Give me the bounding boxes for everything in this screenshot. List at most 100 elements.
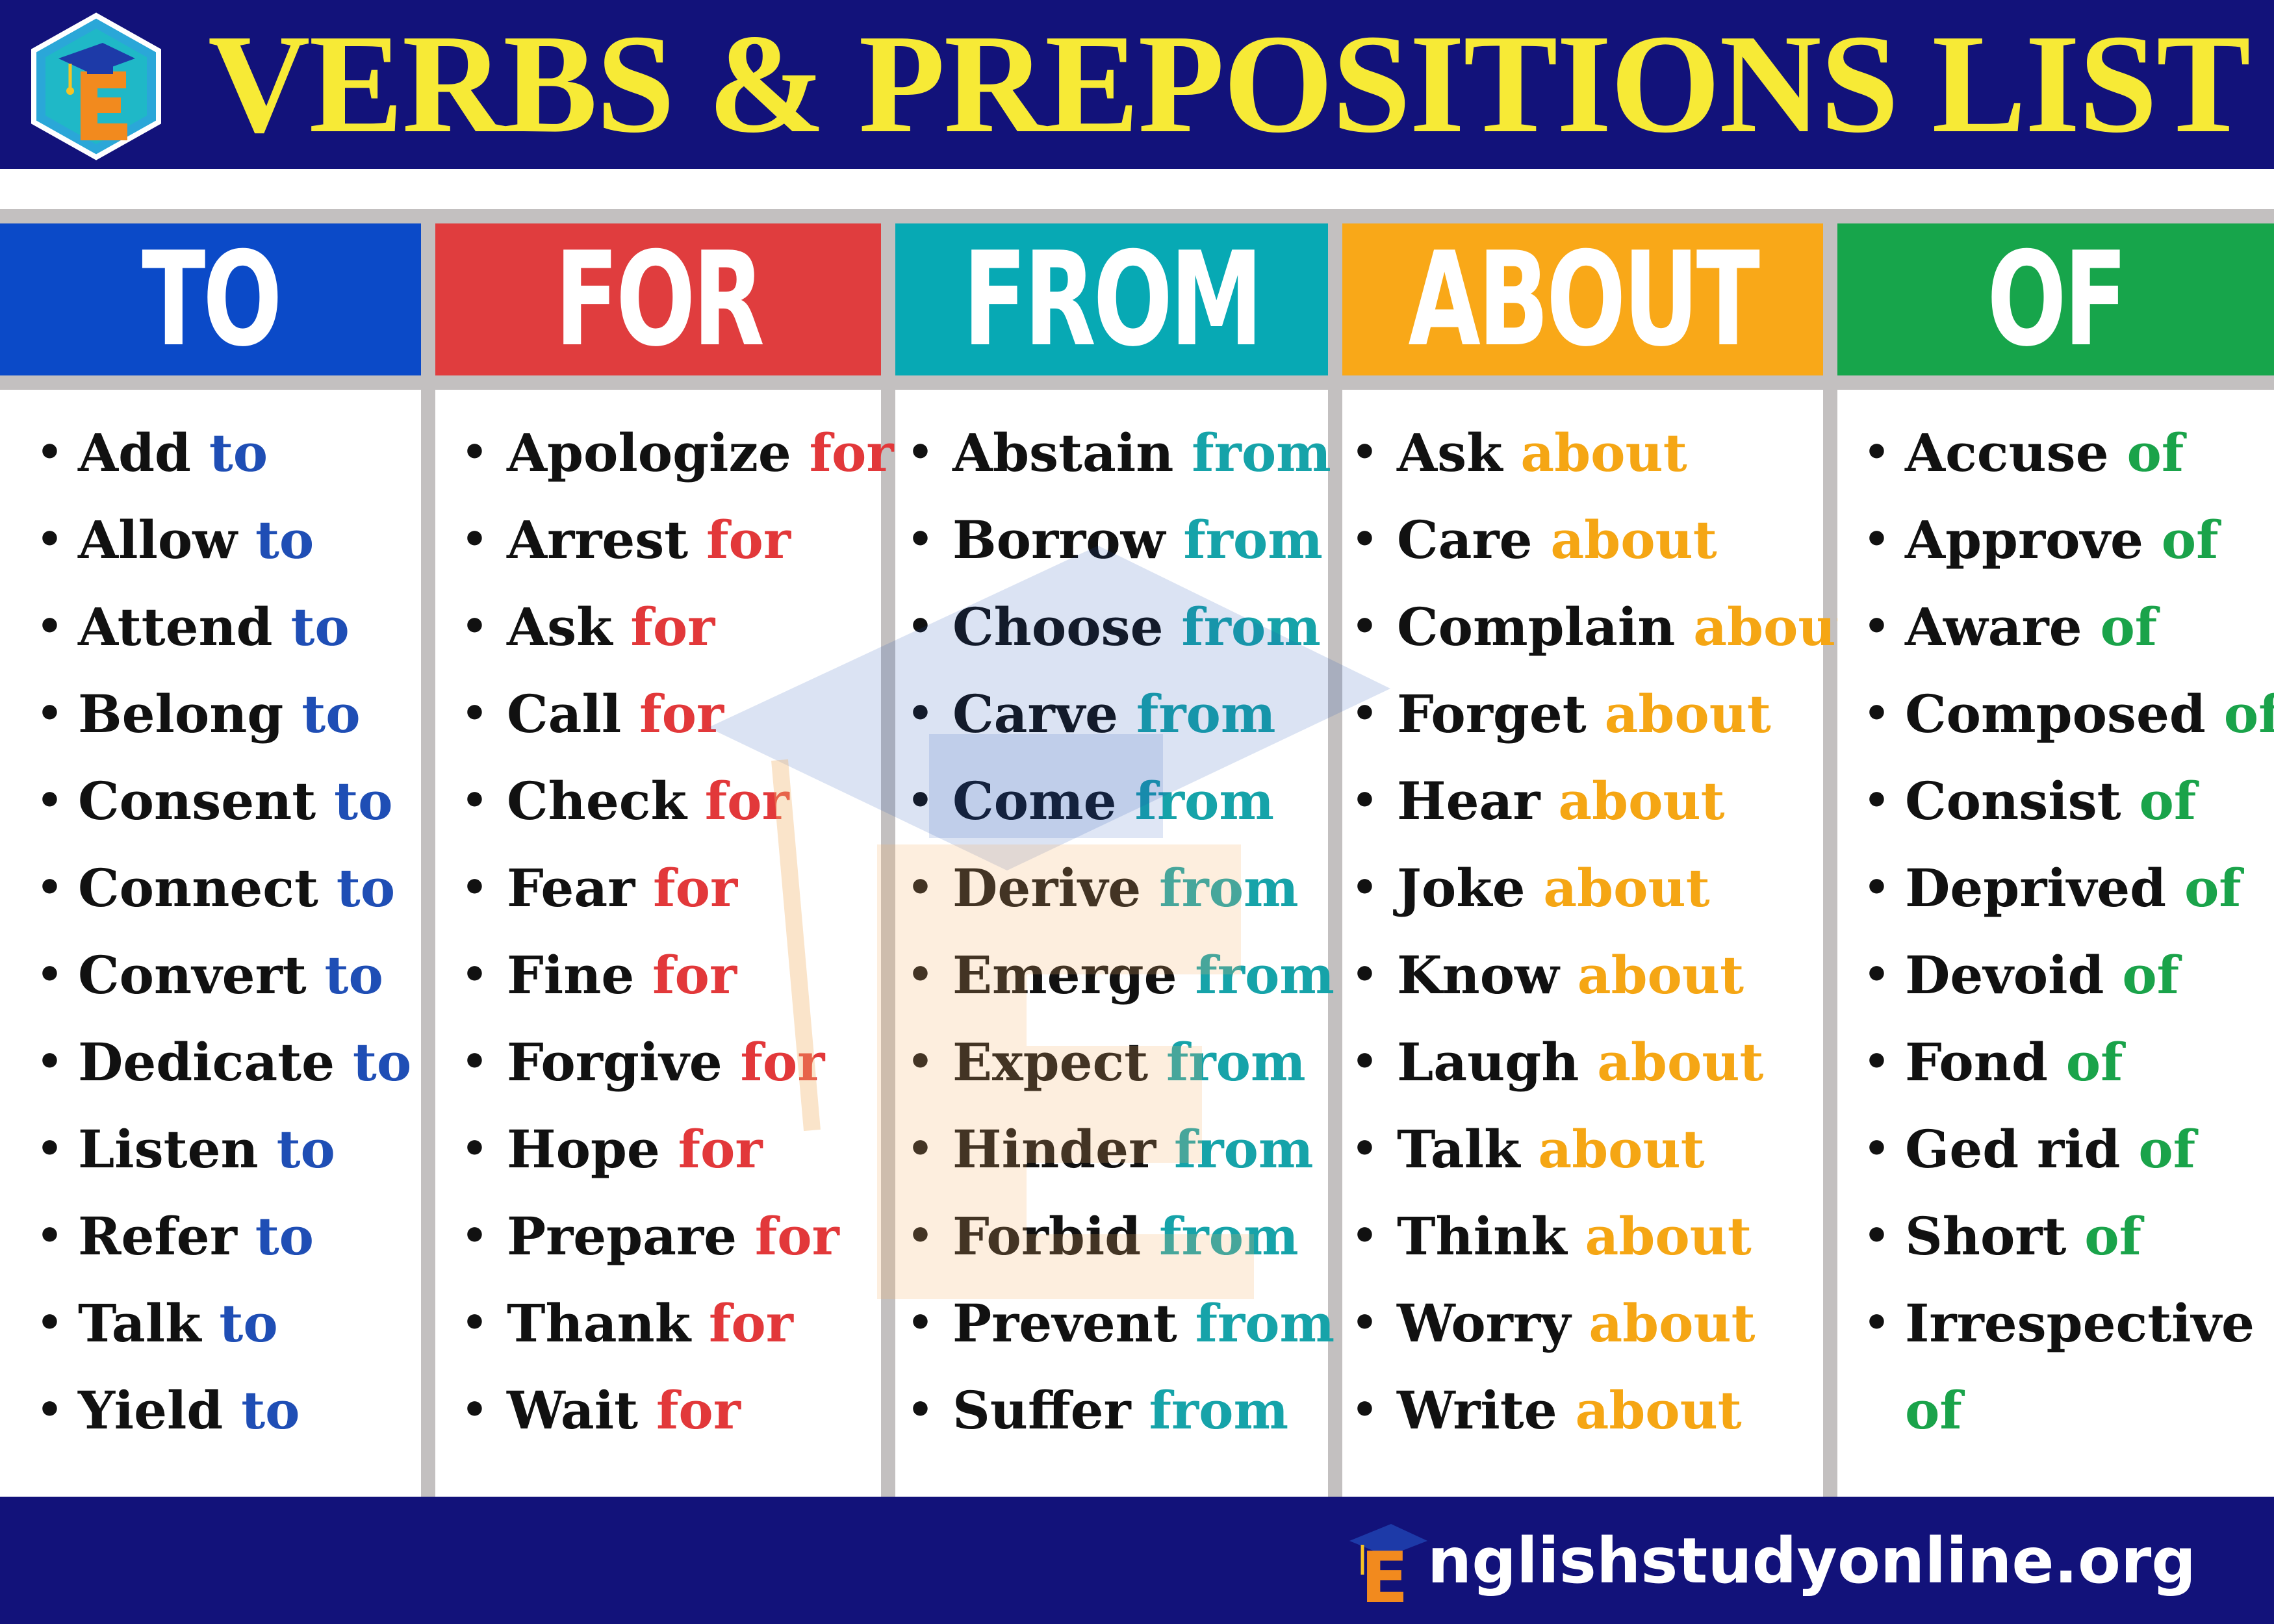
verb-text: Convert (78, 945, 307, 1006)
list-item: • Care about (1342, 496, 1823, 583)
table-top-border (0, 209, 2274, 223)
preposition-text: to (324, 945, 383, 1006)
preposition-text: about (1520, 422, 1687, 483)
footer-brand-text[interactable]: nglishstudyonline.org (1427, 1525, 2196, 1597)
verb-text: Wait (507, 1380, 639, 1441)
preposition-text: for (704, 770, 789, 831)
bullet-icon: • (1351, 602, 1378, 651)
verb-text: Know (1397, 945, 1559, 1006)
bullet-icon: • (36, 1212, 63, 1260)
verb-text: Consent (78, 770, 316, 831)
bullet-icon: • (36, 1037, 63, 1086)
list-item: • Dedicate to (0, 1019, 421, 1106)
list-item: • Short of (1837, 1193, 2274, 1280)
bullet-icon: • (1351, 1124, 1378, 1173)
column-heading-from: FROM (895, 223, 1328, 375)
bullet-icon: • (907, 1212, 934, 1260)
bullet-icon: • (461, 689, 488, 738)
list-item: • Belong to (0, 670, 421, 757)
preposition-text: for (656, 1380, 741, 1441)
verb-text: Talk (78, 1293, 201, 1354)
column-heading-about: ABOUT (1342, 223, 1823, 375)
preposition-text: to (255, 1206, 314, 1267)
list-item: • Borrow from (895, 496, 1328, 583)
list-item: • Laugh about (1342, 1019, 1823, 1106)
verb-text: Carve (952, 683, 1119, 744)
list-item: • Ask for (435, 583, 881, 670)
preposition-text: about (1575, 1380, 1742, 1441)
preposition-text: from (1166, 1032, 1306, 1093)
verb-text: Accuse (1905, 422, 2109, 483)
preposition-text: of (2127, 422, 2184, 483)
preposition-text: from (1159, 1206, 1299, 1267)
verb-text: Forgive (507, 1032, 722, 1093)
preposition-text: to (334, 770, 393, 831)
preposition-text: from (1173, 1119, 1314, 1180)
verb-text: Forget (1397, 683, 1587, 744)
bullet-icon: • (907, 1037, 934, 1086)
verb-text: Ged rid (1905, 1119, 2121, 1180)
preposition-text: for (653, 857, 738, 919)
list-item: • Fond of (1837, 1019, 2274, 1106)
bullet-icon: • (907, 776, 934, 825)
preposition-text: of (2223, 683, 2274, 744)
list-item: • Think about (1342, 1193, 1823, 1280)
preposition-text: for (809, 422, 894, 483)
bullet-icon: • (1863, 776, 1890, 825)
bullet-icon: • (461, 1299, 488, 1347)
preposition-text: to (241, 1380, 300, 1441)
list-item: • Consist of (1837, 757, 2274, 844)
bullet-icon: • (1863, 428, 1890, 477)
verb-text: Care (1397, 509, 1533, 570)
preposition-text: to (219, 1293, 278, 1354)
bullet-icon: • (1351, 428, 1378, 477)
preposition-text: about (1577, 945, 1744, 1006)
header-gap (0, 169, 2274, 209)
verb-text: Deprived (1905, 857, 2167, 919)
verb-text: Devoid (1905, 945, 2104, 1006)
list-item: • Refer to (0, 1193, 421, 1280)
bullet-icon: • (1351, 515, 1378, 564)
list-item: • Ged rid of (1837, 1106, 2274, 1193)
list-item: • Forbid from (895, 1193, 1328, 1280)
bullet-icon: • (1863, 689, 1890, 738)
bullet-icon: • (907, 602, 934, 651)
list-item: • Abstain from (895, 409, 1331, 496)
preposition-text: about (1550, 509, 1717, 570)
preposition-text: to (336, 857, 396, 919)
preposition-text: about (1538, 1119, 1705, 1180)
verb-text: Emerge (952, 945, 1177, 1006)
column-of: OF • Accuse of • Approve of • Aware of • Compos… (1837, 223, 2274, 1497)
list-item: • Know about (1342, 932, 1823, 1019)
preposition-text: of (2100, 596, 2158, 657)
bullet-icon: • (1863, 1124, 1890, 1173)
list-item: • Derive from (895, 844, 1328, 932)
verb-text: Refer (78, 1206, 237, 1267)
verb-text: Check (507, 770, 687, 831)
preposition-text: about (1558, 770, 1725, 831)
list-item: • Apologize for (435, 409, 894, 496)
preposition-text: from (1195, 1293, 1335, 1354)
preposition-text: for (708, 1293, 793, 1354)
preposition-text: from (1134, 770, 1275, 831)
preposition-text: from (1149, 1380, 1289, 1441)
bullet-icon: • (907, 515, 934, 564)
verb-text: Come (952, 770, 1117, 831)
column-for: FOR • Apologize for • Arrest for • Ask for • Ca… (435, 223, 894, 1497)
verb-text: Fine (507, 945, 635, 1006)
list-item: • Listen to (0, 1106, 421, 1193)
bullet-icon: • (1863, 863, 1890, 912)
verb-text: Fond (1905, 1032, 2048, 1093)
preposition-text: about (1543, 857, 1710, 919)
list-item: • Fine for (435, 932, 881, 1019)
list-item: • Allow to (0, 496, 421, 583)
list-item: • Wait for (435, 1367, 881, 1454)
bullet-icon: • (461, 428, 488, 477)
e-graduation-cap-logo-icon: E (1336, 1512, 1434, 1619)
list-item: • Joke about (1342, 844, 1823, 932)
verb-text: Borrow (952, 509, 1166, 570)
verb-text: Laugh (1397, 1032, 1579, 1093)
list-item: • Call for (435, 670, 881, 757)
list-item: • Deprived of (1837, 844, 2274, 932)
column-heading-of: OF (1837, 223, 2274, 375)
